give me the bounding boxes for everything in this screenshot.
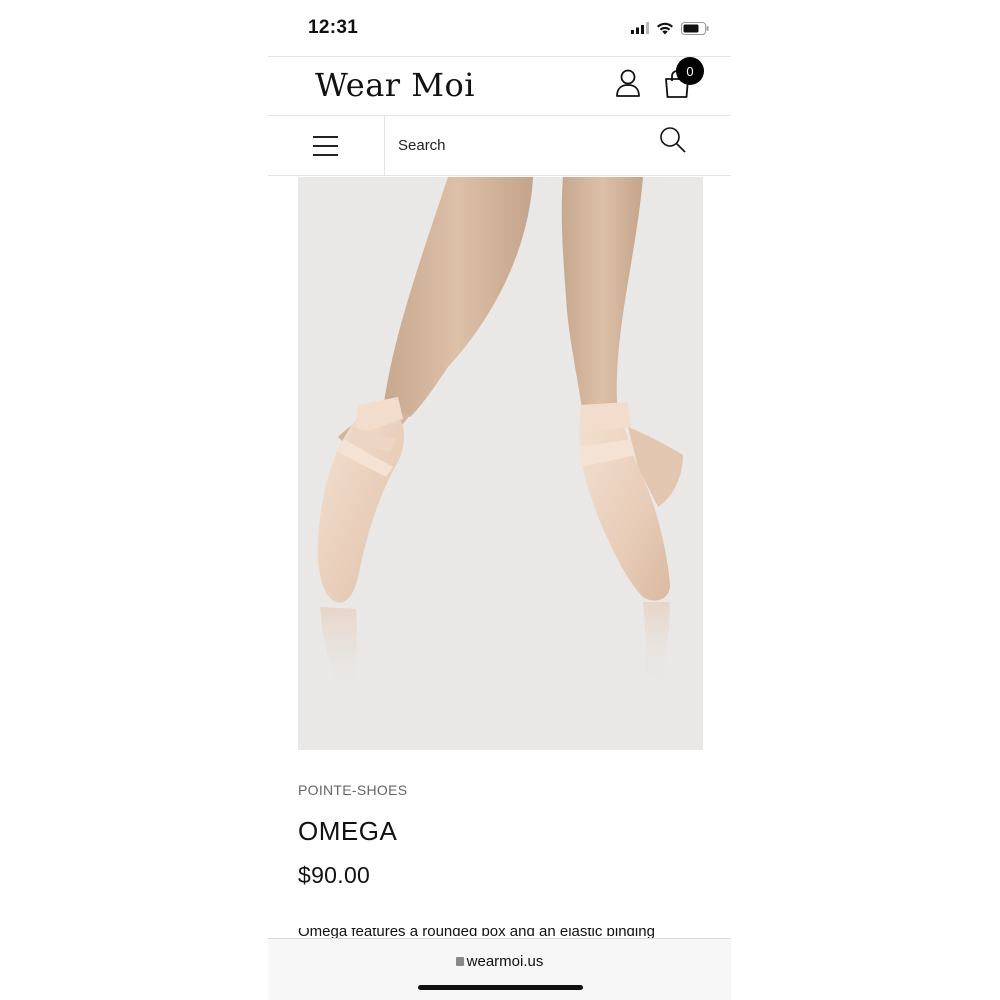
product-name: OMEGA (298, 816, 398, 846)
browser-address-bar[interactable]: wearmoi.us (268, 938, 731, 1000)
search-input[interactable] (398, 130, 648, 160)
product-price: $90.00 (298, 862, 371, 888)
product-category[interactable]: POINTE-SHOES (298, 782, 407, 798)
signal-icon (631, 22, 649, 34)
hamburger-menu-icon[interactable] (313, 133, 339, 159)
url-display[interactable]: wearmoi.us (268, 953, 731, 970)
url-text: wearmoi.us (466, 953, 544, 970)
user-icon[interactable] (614, 68, 642, 98)
product-description: Omega features a rounded box and an elas… (298, 928, 718, 938)
search-icon[interactable] (659, 126, 687, 154)
product-description-text: Omega features a rounded box and an elas… (298, 928, 655, 938)
site-header: Wear Moi 0 (268, 56, 731, 116)
divider (384, 116, 385, 176)
lock-icon (455, 957, 464, 966)
battery-icon (681, 21, 709, 35)
status-time: 12:31 (308, 17, 359, 38)
status-icons (631, 20, 709, 36)
pointe-shoes-photo (298, 177, 703, 750)
home-indicator[interactable] (418, 985, 583, 990)
status-bar: 12:31 (268, 0, 731, 56)
wifi-icon (657, 22, 673, 34)
brand-logo[interactable]: Wear Moi (315, 66, 475, 104)
search-bar (268, 116, 731, 176)
product-image[interactable] (298, 177, 703, 750)
phone-screen: 12:31 Wear Moi 0 Search POINTE-SHOES OME… (268, 0, 731, 1000)
cart-count-badge[interactable]: 0 (676, 57, 704, 85)
